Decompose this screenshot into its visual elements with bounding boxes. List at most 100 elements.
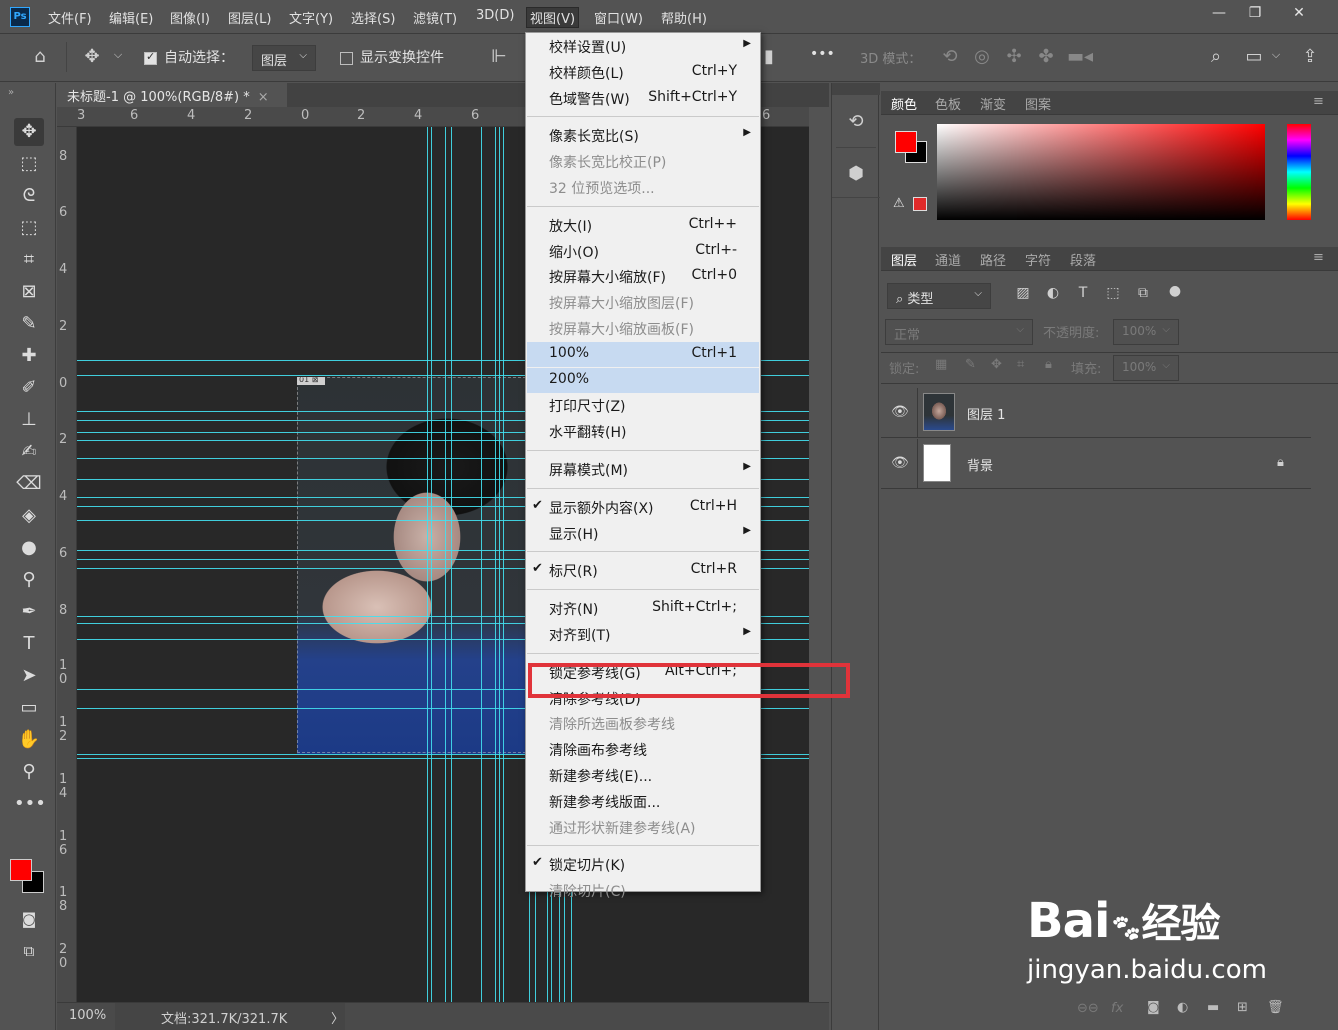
lock-position-icon[interactable]: ✥ <box>991 357 1002 372</box>
view-menu-item[interactable]: 新建参考线版面... <box>527 789 759 814</box>
edit-toolbar-icon[interactable]: ••• <box>14 790 46 818</box>
menu-10[interactable]: 帮助(H) <box>661 8 707 27</box>
quick-mask-icon[interactable]: ◙ <box>14 905 44 933</box>
path-select-icon[interactable]: ➤ <box>14 662 44 690</box>
screen-mode-icon[interactable]: ⧉ <box>14 937 44 965</box>
search-icon[interactable]: ⌕ <box>1204 46 1228 67</box>
home-icon[interactable]: ⌂ <box>26 46 54 67</box>
tab-swatches[interactable]: 色板 <box>935 94 961 113</box>
guide-line-vertical[interactable] <box>503 127 504 1002</box>
filter-toggle-icon[interactable]: ● <box>1167 283 1183 299</box>
view-menu-item[interactable]: 屏幕模式(M) ▶ <box>527 457 759 482</box>
3d-camera-icon[interactable]: ▬◂ <box>1066 46 1094 67</box>
fill-field[interactable]: 100% ⌵ <box>1113 355 1179 381</box>
blend-mode-dropdown[interactable]: 正常 ⌵ <box>885 319 1033 345</box>
history-panel-icon[interactable]: ⟲ <box>844 111 868 132</box>
filter-smart-object-icon[interactable]: ⧉ <box>1133 285 1153 301</box>
fx-icon[interactable]: fx <box>1111 1001 1123 1016</box>
menu-8[interactable]: 视图(V) <box>525 7 580 28</box>
view-menu-item[interactable]: 清除画布参考线 <box>527 737 759 762</box>
object-select-tool-icon[interactable]: ⬚ <box>14 214 44 242</box>
guide-line-vertical[interactable] <box>451 127 452 1002</box>
view-menu-item[interactable]: 校样颜色(L) Ctrl+Y <box>527 60 759 85</box>
filter-adjustment-icon[interactable]: ◐ <box>1043 285 1063 301</box>
move-tool-icon[interactable]: ✥ <box>80 46 104 67</box>
menu-0[interactable]: 文件(F) <box>48 8 92 27</box>
view-menu-item[interactable]: 水平翻转(H) <box>527 419 759 444</box>
tab-paragraph[interactable]: 段落 <box>1070 250 1096 269</box>
tab-color[interactable]: 颜色 <box>891 94 917 113</box>
link-layers-icon[interactable]: ⊖⊖ <box>1077 1001 1099 1016</box>
distribute-icon[interactable]: ▮ <box>762 46 776 67</box>
layer-lock-icon[interactable]: 🔒︎ <box>1277 455 1284 470</box>
tab-paths[interactable]: 路径 <box>980 250 1006 269</box>
lock-pixels-icon[interactable]: ✎ <box>965 357 976 372</box>
view-menu-item[interactable]: 对齐(N) Shift+Ctrl+; <box>527 596 759 621</box>
3d-roll-icon[interactable]: ◎ <box>970 46 994 67</box>
paint-bucket-icon[interactable]: ◈ <box>14 502 44 530</box>
guide-line-vertical[interactable] <box>481 127 482 1002</box>
menu-9[interactable]: 窗口(W) <box>594 8 643 27</box>
move-tool-icon[interactable]: ✥ <box>14 118 44 146</box>
visibility-eye-icon[interactable]: 👁︎ <box>891 455 909 471</box>
share-icon[interactable]: ⇪ <box>1298 46 1322 67</box>
3d-slide-icon[interactable]: ✤ <box>1034 46 1058 67</box>
menu-2[interactable]: 图像(I) <box>170 8 210 27</box>
lock-artboard-icon[interactable]: ⌗ <box>1017 357 1024 372</box>
layer-filter-dropdown[interactable]: ⌕ 类型 ⌵ <box>887 283 991 309</box>
eraser-tool-icon[interactable]: ⌫ <box>14 470 44 498</box>
view-menu-item[interactable]: 按屏幕大小缩放(F) Ctrl+0 <box>527 264 759 289</box>
menu-4[interactable]: 文字(Y) <box>289 8 333 27</box>
view-menu-item[interactable]: 显示(H) ▶ <box>527 521 759 546</box>
restore-button[interactable]: ❐ <box>1236 0 1274 26</box>
show-transform-checkbox[interactable] <box>340 52 353 65</box>
vertical-ruler[interactable]: 8 6 4 2 0 2 4 6 8 1 0 1 2 1 4 1 6 1 8 2 … <box>57 127 77 1002</box>
new-layer-icon[interactable]: ⊞ <box>1237 1000 1248 1015</box>
guide-line-vertical[interactable] <box>445 127 446 1002</box>
collapse-icon[interactable]: » <box>8 87 14 98</box>
marquee-tool-icon[interactable]: ⬚ <box>14 150 44 178</box>
tab-gradients[interactable]: 渐变 <box>980 94 1006 113</box>
filter-type-icon[interactable]: T <box>1073 285 1093 301</box>
new-group-icon[interactable]: ▬ <box>1207 1000 1219 1015</box>
auto-select-checkbox[interactable] <box>144 50 157 65</box>
lock-transparent-icon[interactable]: ▦ <box>935 357 947 372</box>
opacity-field[interactable]: 100% ⌵ <box>1113 319 1179 345</box>
3d-panel-icon[interactable]: ⬢ <box>844 163 868 184</box>
brush-tool-icon[interactable]: ✐ <box>14 374 44 402</box>
panel-menu-icon[interactable]: ≡ <box>1313 250 1324 265</box>
view-menu-item[interactable]: 对齐到(T) ▶ <box>527 622 759 647</box>
stamp-tool-icon[interactable]: ⊥ <box>14 406 44 434</box>
panel-menu-icon[interactable]: ≡ <box>1313 94 1324 109</box>
guide-line-vertical[interactable] <box>495 127 496 1002</box>
view-menu-item[interactable]: 校样设置(U) ▶ <box>527 34 759 59</box>
menu-3[interactable]: 图层(L) <box>228 8 271 27</box>
view-menu-item[interactable]: ✔ 显示额外内容(X) Ctrl+H <box>527 495 759 520</box>
workspace-icon[interactable]: ▭ <box>1242 46 1266 67</box>
tab-layers[interactable]: 图层 <box>891 250 917 269</box>
tab-channels[interactable]: 通道 <box>935 250 961 269</box>
tab-patterns[interactable]: 图案 <box>1025 94 1051 113</box>
healing-brush-icon[interactable]: ✚ <box>14 342 44 370</box>
rectangle-tool-icon[interactable]: ▭ <box>14 694 44 722</box>
doc-info[interactable]: 文档:321.7K/321.7K <box>161 1008 287 1027</box>
guide-line-vertical[interactable] <box>499 127 500 1002</box>
new-adjustment-icon[interactable]: ◐ <box>1177 1000 1188 1015</box>
hand-tool-icon[interactable]: ✋ <box>14 726 44 754</box>
more-options-button[interactable]: ••• <box>810 46 835 62</box>
view-menu-item[interactable]: 放大(I) Ctrl++ <box>527 213 759 238</box>
menu-5[interactable]: 选择(S) <box>351 8 395 27</box>
layer-name[interactable]: 背景 <box>967 455 993 474</box>
align-left-icon[interactable]: ⊩ <box>488 46 510 67</box>
gamut-color-swatch[interactable] <box>913 197 927 211</box>
history-brush-icon[interactable]: ✍ <box>14 438 44 466</box>
minimize-button[interactable]: — <box>1200 0 1238 26</box>
gamut-warning-icon[interactable]: ⚠ <box>893 196 905 211</box>
layer-row[interactable]: 👁︎ 图层 1 <box>881 388 1311 438</box>
chevron-down-icon[interactable]: ⌵ <box>1270 48 1282 62</box>
blur-tool-icon[interactable]: ● <box>14 534 44 562</box>
auto-select-target-dropdown[interactable]: 图层 ⌵ <box>252 45 316 71</box>
tab-character[interactable]: 字符 <box>1025 250 1051 269</box>
filter-shape-icon[interactable]: ⬚ <box>1103 285 1123 301</box>
dodge-tool-icon[interactable]: ⚲ <box>14 566 44 594</box>
